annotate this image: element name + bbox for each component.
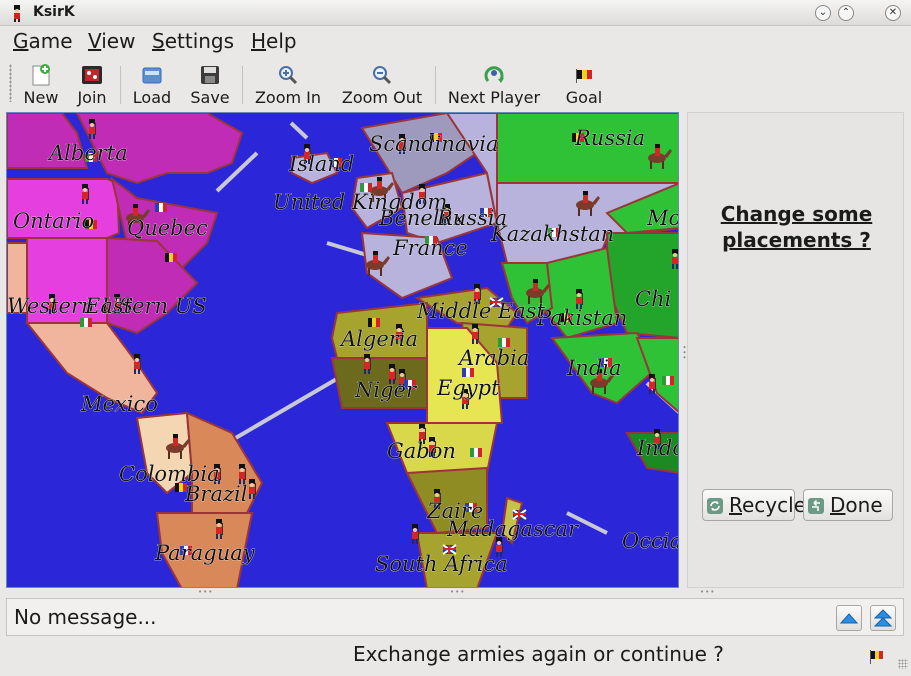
menu-settings[interactable]: Settings — [152, 29, 234, 53]
chevron-down-icon: ⌄ — [818, 7, 828, 18]
close-icon: ✕ — [888, 7, 898, 18]
status-text: Exchange armies again or continue ? — [353, 642, 724, 666]
zoom-out-icon — [373, 66, 392, 85]
recycle-icon — [707, 498, 723, 514]
label-oceania: Occia — [622, 529, 679, 553]
toolbar-separator — [120, 66, 121, 104]
toolbar-handle[interactable] — [9, 64, 12, 102]
message-bar: No message... — [6, 598, 904, 636]
current-player-flag-icon — [870, 650, 883, 664]
label-mexico: Mexico — [80, 392, 158, 416]
previous-message-button[interactable] — [836, 605, 862, 631]
main-toolbar: New Join Load Save Zoom In Zoom Out Next… — [0, 58, 911, 108]
window-title: KsirK — [33, 4, 75, 20]
label-mongolia: Mo — [646, 206, 679, 230]
label-indonesia: Indo — [636, 436, 679, 460]
panel-title: Change some placements ? — [720, 202, 873, 252]
label-china: Chi — [635, 287, 671, 311]
flag-icon — [470, 448, 482, 457]
label-kazakhstan: Kazakhstan — [490, 222, 614, 246]
label-ontario: Ontario — [13, 209, 94, 233]
horizontal-splitter[interactable]: ••• — [198, 588, 213, 596]
new-document-icon — [32, 64, 50, 86]
next-player-icon — [484, 66, 504, 83]
territory-western-us[interactable] — [26, 237, 108, 335]
menu-help[interactable]: Help — [251, 29, 297, 53]
flag-icon — [80, 318, 92, 327]
toolbar-separator — [242, 66, 243, 104]
new-game-button[interactable]: New — [20, 60, 62, 107]
label-south-africa: South Africa — [375, 552, 508, 576]
done-button[interactable]: Done — [803, 489, 893, 521]
load-game-button[interactable]: Load — [130, 60, 174, 107]
save-floppy-icon — [201, 66, 219, 84]
flag-icon — [165, 253, 177, 262]
label-alberta: Alberta — [47, 141, 128, 165]
label-india: India — [566, 356, 622, 380]
label-quebec: Quebec — [127, 216, 208, 240]
recycle-button[interactable]: Recycle — [702, 489, 806, 521]
close-button[interactable]: ✕ — [885, 5, 901, 21]
ksirk-app-icon — [14, 5, 20, 22]
done-icon — [808, 498, 824, 514]
next-player-button[interactable]: Next Player — [446, 60, 542, 107]
world-map-view[interactable]: Alberta Ontario Quebec Western US Easter… — [6, 112, 679, 588]
menu-bar: Game View Settings Help — [0, 27, 911, 55]
menu-view[interactable]: View — [88, 29, 135, 53]
maximize-button[interactable]: ⌃ — [838, 5, 854, 21]
zoom-out-button[interactable]: Zoom Out — [338, 60, 426, 107]
join-network-icon — [82, 66, 102, 84]
label-egypt: Egypt — [436, 376, 500, 400]
horizontal-splitter[interactable]: ••• — [450, 588, 465, 596]
label-madagascar: Madagascar — [446, 517, 580, 541]
label-france: France — [392, 236, 468, 260]
label-russia: Russia — [574, 126, 645, 150]
label-algeria: Algeria — [339, 327, 418, 351]
belgian-flag-icon — [576, 69, 592, 83]
minimize-button[interactable]: ⌄ — [815, 5, 831, 21]
label-iceland: Island — [288, 152, 354, 176]
double-arrow-up-icon — [873, 609, 893, 627]
menu-game[interactable]: Game — [13, 29, 73, 53]
join-game-button[interactable]: Join — [72, 60, 112, 107]
placement-panel: Change some placements ? Recycle Done — [687, 112, 904, 588]
arrow-up-icon — [839, 613, 859, 624]
label-gabon: Gabon — [387, 439, 456, 463]
flag-icon — [662, 376, 674, 385]
title-bar: KsirK ⌄ ⌃ ✕ — [0, 0, 911, 26]
label-pakistan: Pakistan — [536, 306, 627, 330]
horizontal-splitter[interactable]: ••• — [700, 588, 715, 596]
status-bar: Exchange armies again or continue ? — [0, 642, 911, 672]
label-brazil: Brazil — [184, 482, 248, 506]
load-icon — [142, 67, 162, 84]
label-niger: Niger — [354, 378, 418, 402]
label-arabia: Arabia — [457, 346, 529, 370]
flag-icon — [368, 318, 380, 327]
save-game-button[interactable]: Save — [188, 60, 232, 107]
label-middle-east: Middle East — [416, 299, 546, 323]
first-message-button[interactable] — [870, 605, 896, 631]
flag-icon — [155, 203, 167, 212]
zoom-in-icon — [279, 66, 298, 85]
label-paraguay: Paraguay — [154, 541, 256, 565]
world-map[interactable]: Alberta Ontario Quebec Western US Easter… — [7, 113, 679, 588]
goal-button[interactable]: Goal — [563, 60, 605, 107]
chevron-up-icon: ⌃ — [841, 7, 851, 18]
label-scandinavia: Scandinavia — [369, 132, 499, 156]
resize-grip[interactable] — [898, 659, 908, 669]
zoom-in-button[interactable]: Zoom In — [252, 60, 324, 107]
toolbar-separator — [435, 66, 436, 104]
label-eastern-us: Eastern US — [84, 294, 207, 318]
message-text: No message... — [14, 605, 157, 629]
